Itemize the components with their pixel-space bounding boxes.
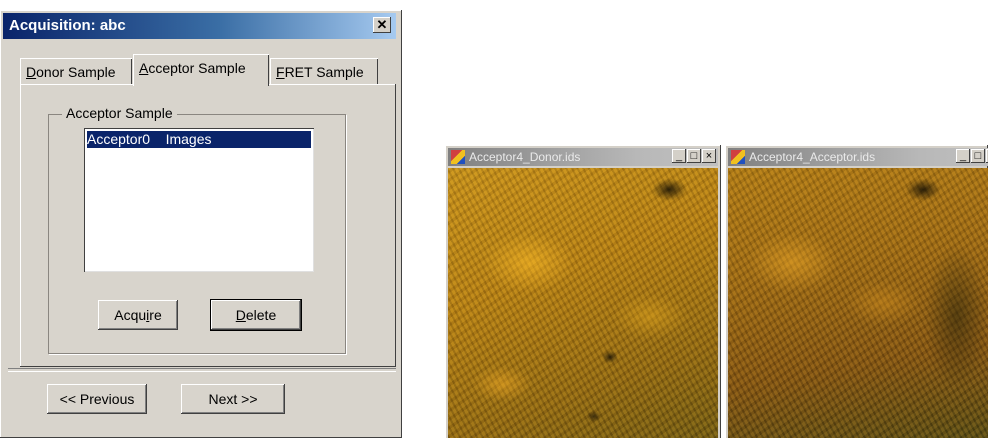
acquisition-dialog: Acquisition: abc ✕ Donor Sample Acceptor… — [0, 10, 402, 438]
donor-microscopy-image — [448, 168, 718, 438]
acquire-label-post: re — [149, 307, 162, 323]
acceptor-microscopy-image — [728, 168, 988, 438]
tab-donor-sample[interactable]: Donor Sample — [20, 58, 132, 84]
delete-mnemonic: D — [235, 307, 246, 323]
tab-fret-label: RET Sample — [284, 64, 364, 80]
dialog-title: Acquisition: abc — [9, 17, 126, 34]
images-listbox[interactable]: Acceptor0 Images — [84, 128, 314, 272]
group-legend: Acceptor Sample — [62, 105, 177, 121]
acceptor-image-window[interactable]: Acceptor4_Acceptor.ids _□× — [725, 145, 988, 438]
tab-acceptor-label: cceptor Sample — [148, 60, 246, 76]
acceptor-window-title: Acceptor4_Acceptor.ids — [749, 150, 876, 164]
tab-donor-label: onor Sample — [36, 64, 116, 80]
tab-acceptor-sample[interactable]: Acceptor Sample — [133, 54, 269, 86]
image-window-icon — [451, 150, 465, 164]
close-icon[interactable]: × — [702, 149, 716, 163]
delete-button[interactable]: Delete — [211, 300, 301, 330]
maximize-icon[interactable]: □ — [971, 149, 985, 163]
donor-window-title: Acceptor4_Donor.ids — [469, 150, 581, 164]
tab-donor-mnemonic: D — [26, 64, 37, 80]
donor-image-window[interactable]: Acceptor4_Donor.ids _ □ × — [445, 145, 721, 438]
acceptor-window-controls: _□× — [955, 149, 988, 165]
donor-window-controls: _ □ × — [671, 149, 716, 165]
acceptor-window-titlebar[interactable]: Acceptor4_Acceptor.ids _□× — [728, 148, 988, 166]
acquire-button[interactable]: Acquire — [98, 300, 178, 330]
delete-label-post: elete — [245, 307, 277, 323]
donor-window-titlebar[interactable]: Acceptor4_Donor.ids _ □ × — [448, 148, 718, 166]
acquire-label-pre: Acqu — [114, 307, 147, 323]
tab-fret-sample[interactable]: FRET Sample — [270, 58, 378, 84]
close-button[interactable]: ✕ — [373, 17, 391, 33]
maximize-icon[interactable]: □ — [687, 149, 701, 163]
list-item[interactable]: Acceptor0 Images — [87, 131, 311, 148]
next-button[interactable]: Next >> — [181, 384, 285, 414]
minimize-icon[interactable]: _ — [956, 149, 970, 163]
dialog-divider — [8, 368, 396, 372]
minimize-icon[interactable]: _ — [672, 149, 686, 163]
tab-fret-mnemonic: F — [276, 64, 285, 80]
dialog-titlebar[interactable]: Acquisition: abc ✕ — [3, 13, 396, 39]
image-window-icon — [731, 150, 745, 164]
tab-acceptor-mnemonic: A — [139, 60, 149, 76]
previous-button[interactable]: << Previous — [47, 384, 147, 414]
